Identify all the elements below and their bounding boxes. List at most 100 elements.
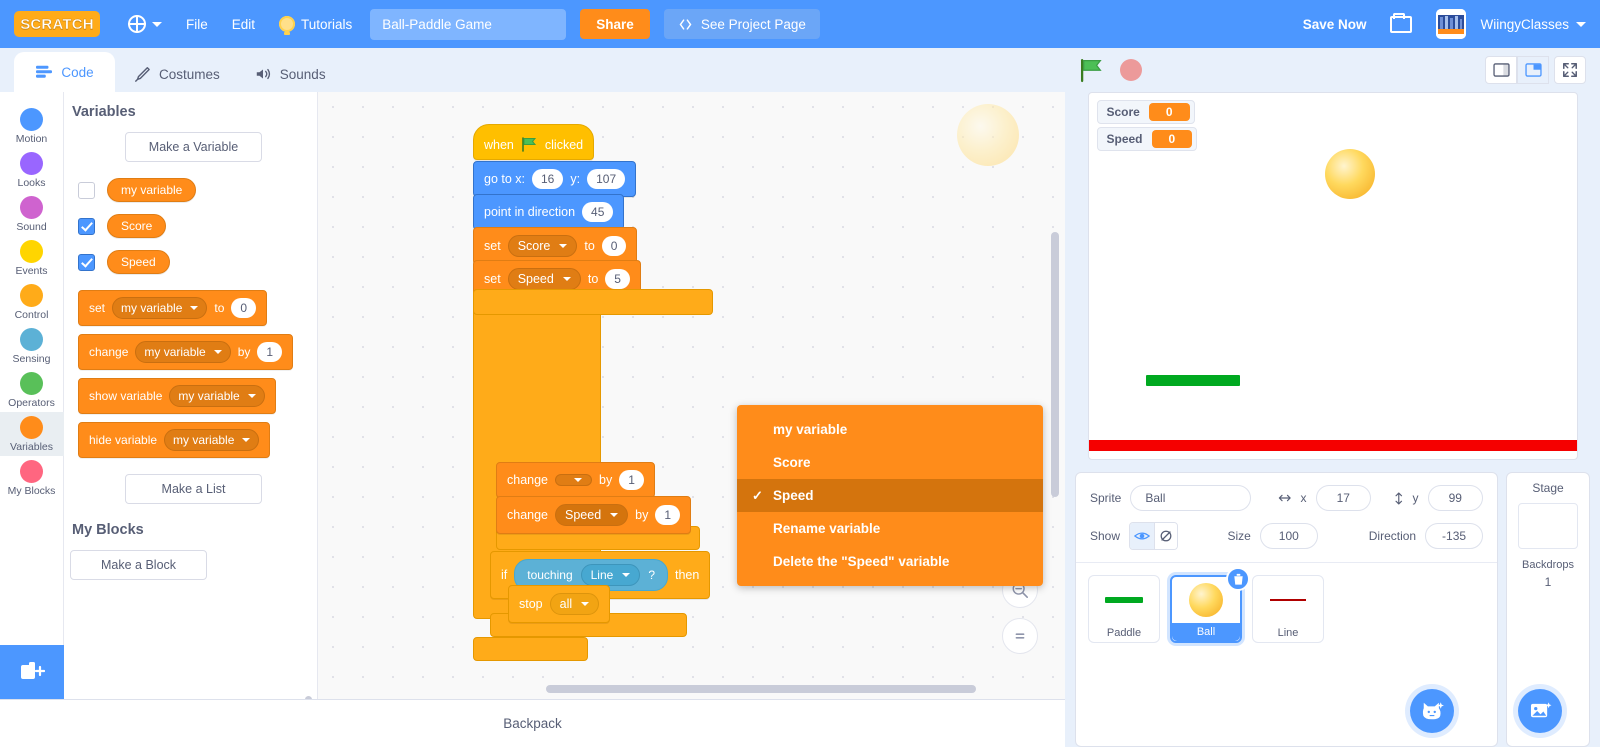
fullscreen-button[interactable] — [1554, 56, 1586, 84]
variable-dropdown[interactable]: my variable — [135, 341, 231, 363]
variable-dropdown[interactable]: my variable — [169, 385, 265, 407]
variable-dropdown[interactable] — [555, 474, 593, 486]
variable-checkbox[interactable] — [78, 217, 95, 235]
value-input[interactable]: 0 — [231, 298, 257, 318]
scratch-logo[interactable]: SCRATCH — [14, 11, 100, 37]
y-input[interactable]: 99 — [1427, 485, 1483, 511]
menu-item-edit[interactable]: Edit — [220, 0, 267, 48]
direction-value-input[interactable]: 45 — [582, 202, 614, 222]
category-sensing[interactable]: Sensing — [0, 324, 64, 368]
direction-input[interactable]: -135 — [1425, 523, 1483, 549]
monitor-score[interactable]: Score 0 — [1096, 100, 1195, 124]
category-motion[interactable]: Motion — [0, 104, 64, 148]
sprite-card-ball[interactable]: Ball — [1170, 567, 1250, 643]
size-input[interactable]: 100 — [1259, 523, 1318, 549]
y-value-input[interactable]: 107 — [587, 169, 626, 189]
category-variables[interactable]: Variables — [0, 412, 64, 456]
make-a-block-button[interactable]: Make a Block — [70, 550, 207, 580]
show-sprite-button[interactable] — [1130, 523, 1154, 549]
sprite-line-on-stage[interactable] — [1088, 440, 1577, 451]
category-operators[interactable]: Operators — [0, 368, 64, 412]
variable-reporter[interactable]: my variable — [107, 178, 197, 202]
make-a-list-button[interactable]: Make a List — [125, 474, 262, 504]
block-when-flag-clicked[interactable]: when clicked — [473, 124, 595, 160]
sprite-card-paddle[interactable]: Paddle — [1088, 575, 1160, 643]
sprite-card-line[interactable]: Line — [1252, 575, 1324, 643]
category-looks[interactable]: Looks — [0, 148, 64, 192]
account-menu[interactable]: WiingyClasses — [1424, 0, 1586, 48]
add-extension-button[interactable] — [0, 645, 64, 699]
small-stage-button[interactable] — [1485, 56, 1517, 84]
canvas-vertical-scrollbar[interactable] — [1051, 232, 1059, 497]
share-button[interactable]: Share — [580, 9, 650, 39]
category-control[interactable]: Control — [0, 280, 64, 324]
stop-option-dropdown[interactable]: all — [549, 593, 600, 615]
sprite-ball-on-stage[interactable] — [1324, 149, 1375, 199]
menu-item-file[interactable]: File — [174, 0, 220, 48]
dropdown-item-score[interactable]: Score — [737, 446, 1043, 479]
backpack-bar[interactable]: Backpack — [0, 699, 1065, 747]
code-canvas[interactable]: when clicked go to x: 16 y: 107 point in… — [318, 92, 1065, 699]
choose-a-sprite-button[interactable] — [1410, 689, 1454, 733]
dropdown-item-my-variable[interactable]: my variable — [737, 413, 1043, 446]
tab-sounds[interactable]: Sounds — [237, 56, 342, 92]
category-events[interactable]: Events — [0, 236, 64, 280]
see-project-page-button[interactable]: See Project Page — [663, 9, 820, 39]
hide-sprite-button[interactable] — [1153, 523, 1178, 549]
green-flag-button[interactable] — [1079, 58, 1104, 83]
block-change-score[interactable]: change by 1 — [496, 462, 655, 498]
category-my-blocks[interactable]: My Blocks — [0, 456, 64, 500]
dropdown-item-delete-variable[interactable]: Delete the "Speed" variable — [737, 545, 1043, 578]
sprite-name-input[interactable]: Ball — [1130, 485, 1252, 511]
choose-a-backdrop-button[interactable] — [1518, 689, 1562, 733]
sprite-paddle-on-stage[interactable] — [1145, 375, 1240, 386]
dropdown-item-speed[interactable]: Speed — [737, 479, 1043, 512]
value-input[interactable]: 1 — [655, 505, 681, 525]
variable-reporter[interactable]: Speed — [107, 250, 170, 274]
value-input[interactable]: 0 — [601, 236, 627, 256]
value-input[interactable]: 5 — [605, 269, 630, 289]
large-stage-button[interactable] — [1517, 56, 1549, 84]
variable-checkbox[interactable] — [78, 181, 95, 199]
delete-sprite-button[interactable] — [1226, 567, 1250, 591]
value-input[interactable]: 1 — [257, 342, 283, 362]
block-forever-top[interactable] — [473, 289, 713, 315]
category-sound[interactable]: Sound — [0, 192, 64, 236]
canvas-horizontal-scrollbar[interactable] — [546, 685, 976, 693]
block-palette[interactable]: Variables Make a Variable my variable Sc… — [64, 92, 318, 699]
monitor-speed[interactable]: Speed 0 — [1096, 127, 1198, 151]
palette-block-change-variable[interactable]: change my variable by 1 — [78, 334, 294, 370]
block-point-in-direction[interactable]: point in direction 45 — [473, 194, 625, 230]
make-a-variable-button[interactable]: Make a Variable — [125, 132, 262, 162]
block-stop-all[interactable]: stop all — [508, 585, 611, 623]
palette-block-show-variable[interactable]: show variable my variable — [78, 378, 276, 414]
language-selector[interactable] — [116, 0, 174, 48]
my-stuff-button[interactable] — [1378, 0, 1424, 48]
variable-dropdown[interactable]: Score — [507, 235, 578, 257]
variable-dropdown[interactable]: my variable — [112, 297, 208, 319]
palette-scrollbar[interactable] — [305, 696, 312, 699]
block-change-speed[interactable]: change Speed by 1 — [496, 496, 692, 534]
dropdown-item-rename-variable[interactable]: Rename variable — [737, 512, 1043, 545]
variable-dropdown[interactable]: my variable — [164, 429, 260, 451]
tab-code[interactable]: Code — [14, 52, 115, 92]
x-input[interactable]: 17 — [1315, 485, 1371, 511]
variable-dropdown[interactable]: Speed — [555, 504, 629, 526]
zoom-reset-button[interactable] — [1002, 618, 1038, 654]
block-go-to-xy[interactable]: go to x: 16 y: 107 — [473, 161, 637, 197]
variable-dropdown[interactable]: Speed — [507, 268, 581, 290]
variable-checkbox[interactable] — [78, 253, 95, 271]
palette-block-hide-variable[interactable]: hide variable my variable — [78, 422, 271, 458]
value-input[interactable]: 1 — [619, 470, 644, 490]
palette-block-set-variable[interactable]: set my variable to 0 — [78, 290, 268, 326]
touching-target-dropdown[interactable]: Line — [580, 564, 641, 586]
save-now-button[interactable]: Save Now — [1291, 0, 1379, 48]
stop-button[interactable] — [1120, 59, 1142, 81]
menu-item-tutorials[interactable]: Tutorials — [267, 0, 364, 48]
tab-costumes[interactable]: Costumes — [117, 56, 236, 92]
variable-dropdown-menu[interactable]: my variable Score Speed Rename variable … — [737, 405, 1043, 586]
stage[interactable]: Score 0 Speed 0 — [1087, 92, 1578, 460]
project-title-input[interactable] — [370, 8, 567, 40]
variable-reporter[interactable]: Score — [107, 214, 167, 238]
x-value-input[interactable]: 16 — [532, 169, 564, 189]
